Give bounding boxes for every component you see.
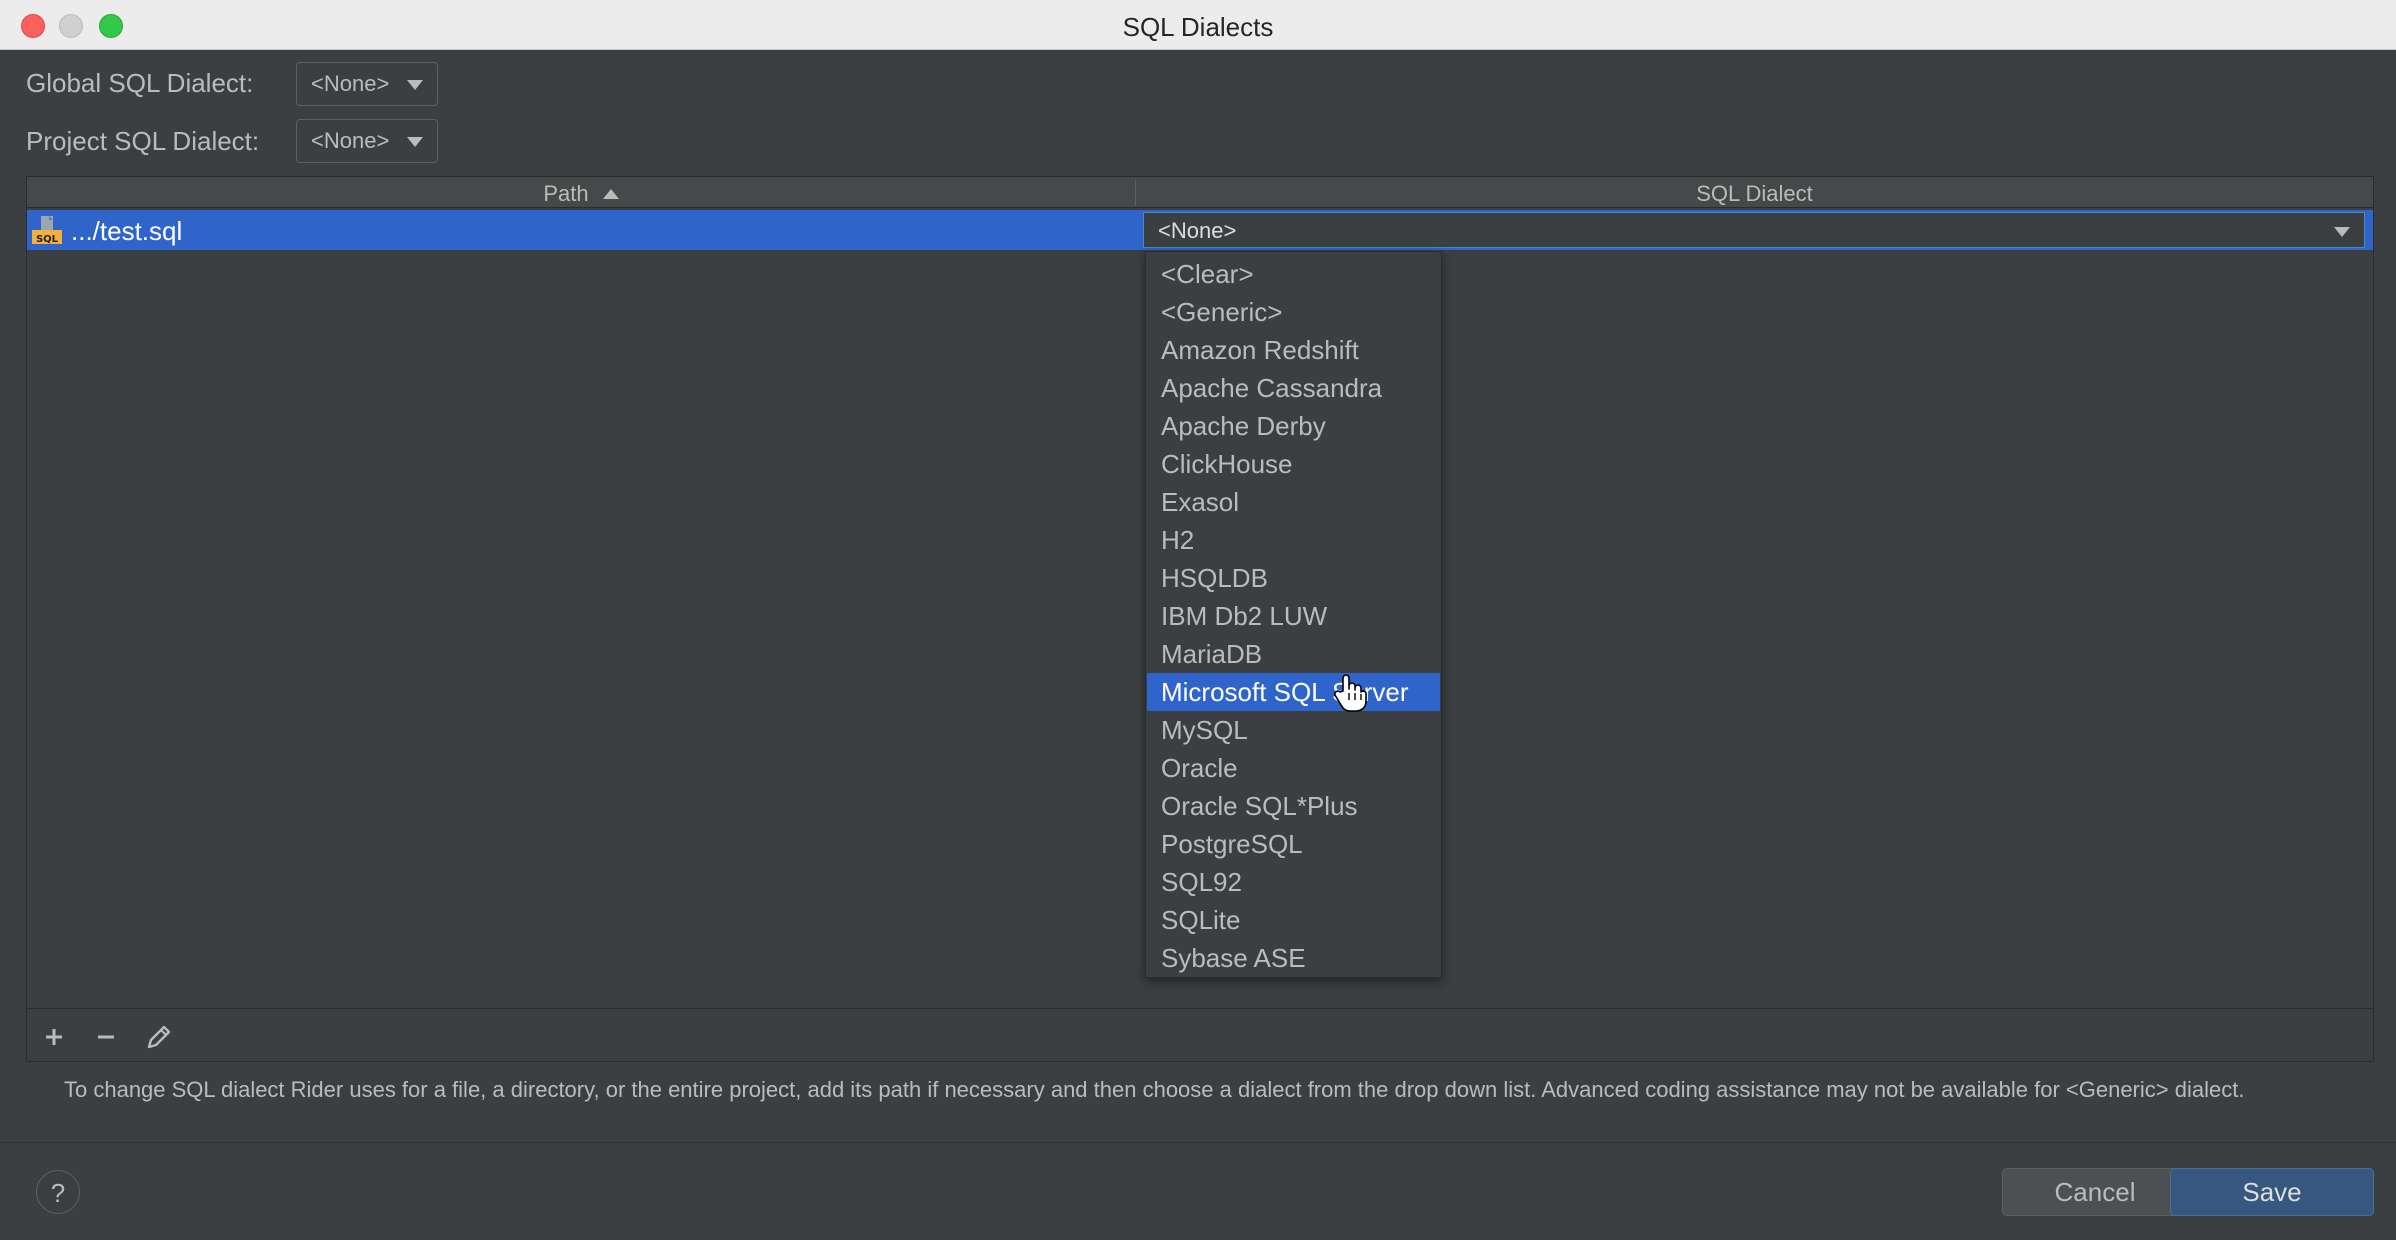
dropdown-option-highlighted[interactable]: Microsoft SQL Server — [1147, 673, 1440, 711]
sql-file-icon: SQL — [32, 216, 62, 246]
dropdown-option[interactable]: HSQLDB — [1147, 559, 1440, 597]
dropdown-option[interactable]: SQLite — [1147, 901, 1440, 939]
chevron-down-icon — [2334, 227, 2350, 237]
project-dialect-select[interactable]: <None> — [296, 119, 438, 163]
sort-ascending-icon — [602, 189, 619, 199]
dropdown-option[interactable]: Apache Derby — [1147, 407, 1440, 445]
global-dialect-value: <None> — [311, 71, 390, 96]
svg-text:SQL: SQL — [36, 234, 59, 245]
save-button[interactable]: Save — [2170, 1168, 2374, 1216]
help-hint-text: To change SQL dialect Rider uses for a f… — [64, 1077, 2245, 1102]
edit-path-button[interactable] — [140, 1020, 176, 1054]
dropdown-option[interactable]: Amazon Redshift — [1147, 331, 1440, 369]
plus-icon — [46, 1029, 62, 1045]
chevron-down-icon — [407, 80, 423, 90]
dropdown-option[interactable]: MySQL — [1147, 711, 1440, 749]
dropdown-option[interactable]: H2 — [1147, 521, 1440, 559]
dropdown-option[interactable]: Exasol — [1147, 483, 1440, 521]
dropdown-option[interactable]: Sybase ASE — [1147, 939, 1440, 977]
footer-divider — [0, 1142, 2396, 1143]
chevron-down-icon — [407, 137, 423, 147]
window-title: SQL Dialects — [1122, 12, 1274, 42]
dropdown-option[interactable]: PostgreSQL — [1147, 825, 1440, 863]
dropdown-option[interactable]: <Clear> — [1147, 255, 1440, 293]
dropdown-option[interactable]: Apache Cassandra — [1147, 369, 1440, 407]
remove-path-button[interactable] — [88, 1020, 124, 1054]
project-dialect-value: <None> — [311, 128, 390, 153]
help-button[interactable]: ? — [36, 1170, 80, 1214]
minus-icon — [98, 1035, 114, 1039]
dropdown-option[interactable]: IBM Db2 LUW — [1147, 597, 1440, 635]
dropdown-option[interactable]: Oracle — [1147, 749, 1440, 787]
global-dialect-label: Global SQL Dialect: — [26, 68, 254, 98]
row-dialect-value: <None> — [1158, 218, 1237, 243]
dropdown-option[interactable]: Oracle SQL*Plus — [1147, 787, 1440, 825]
toolbar-divider — [27, 1008, 2373, 1009]
hand-cursor-icon — [1333, 673, 1367, 713]
row-dialect-select[interactable]: <None> — [1143, 212, 2365, 248]
dropdown-option[interactable]: <Generic> — [1147, 293, 1440, 331]
pencil-icon — [147, 1025, 171, 1049]
add-path-button[interactable] — [36, 1020, 72, 1054]
row-path-text: .../test.sql — [71, 216, 183, 246]
column-header-path[interactable]: Path — [27, 177, 1135, 208]
dropdown-option[interactable]: MariaDB — [1147, 635, 1440, 673]
cancel-button[interactable]: Cancel — [2002, 1168, 2188, 1216]
global-dialect-select[interactable]: <None> — [296, 62, 438, 106]
column-header-sql-dialect[interactable]: SQL Dialect — [1136, 177, 2373, 208]
dropdown-option[interactable]: SQL92 — [1147, 863, 1440, 901]
dialect-dropdown-list: <Clear> <Generic> Amazon Redshift Apache… — [1145, 251, 1442, 978]
dropdown-option[interactable]: ClickHouse — [1147, 445, 1440, 483]
project-dialect-label: Project SQL Dialect: — [26, 126, 260, 156]
